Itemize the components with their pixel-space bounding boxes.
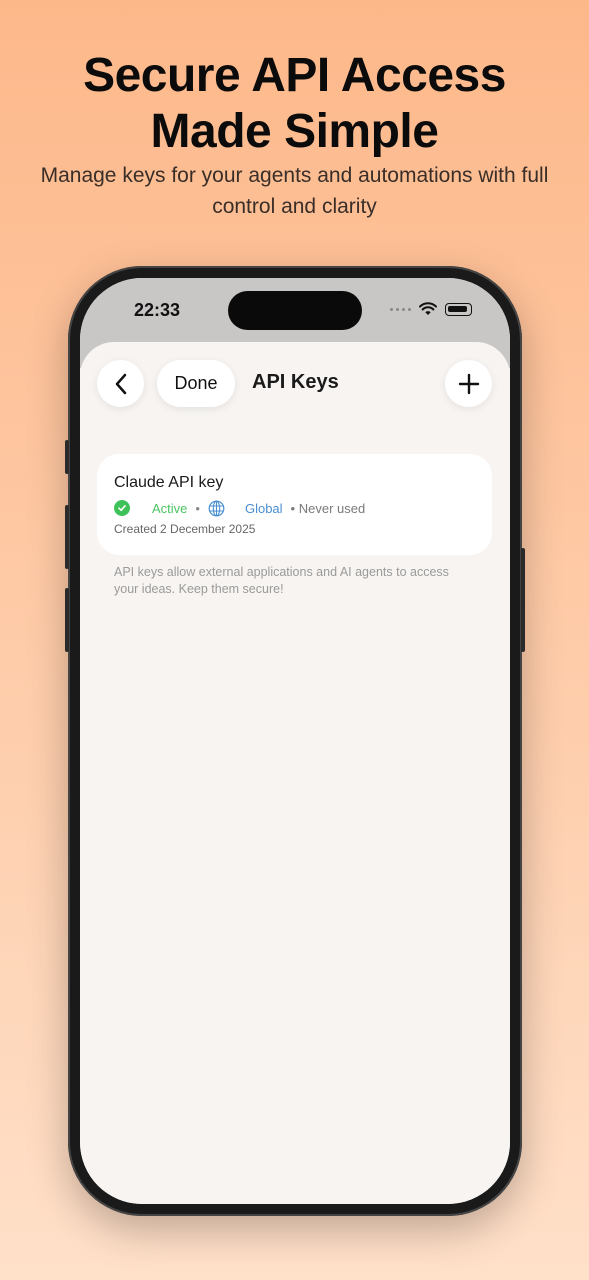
volume-down-button	[65, 588, 69, 652]
page-title: API Keys	[252, 371, 339, 393]
done-button[interactable]: Done	[157, 360, 235, 407]
back-button[interactable]	[97, 360, 144, 407]
status-icons	[390, 302, 472, 316]
api-key-name: Claude API key	[114, 474, 224, 491]
globe-icon	[208, 500, 225, 516]
headline-line-1: Secure API Access	[83, 49, 506, 102]
headline-line-2: Made Simple	[150, 105, 439, 158]
phone-screen: 22:33 Done API Keys Claude API key Activ…	[80, 278, 510, 1204]
promo-headline: Secure API Access Made Simple	[0, 48, 589, 160]
battery-icon	[445, 302, 472, 316]
api-key-card[interactable]: Claude API key Active • Global • Never u…	[97, 454, 492, 555]
power-button	[521, 548, 525, 652]
usage-label: • Never used	[290, 500, 366, 516]
wifi-icon	[419, 302, 437, 315]
status-badge: Active	[152, 500, 188, 516]
plus-icon	[458, 373, 479, 394]
action-button	[65, 440, 69, 474]
api-keys-sheet: Done API Keys Claude API key Active • Gl…	[80, 342, 510, 1204]
volume-up-button	[65, 505, 69, 569]
chevron-left-icon	[115, 373, 126, 394]
scope-label: Global	[244, 500, 283, 516]
cellular-signal-icon	[390, 307, 411, 311]
status-time: 22:33	[134, 300, 181, 320]
promo-subheadline: Manage keys for your agents and automati…	[40, 164, 549, 218]
checkmark-icon	[114, 500, 130, 516]
usage-value: Never used	[298, 500, 366, 516]
helper-text: API keys allow external applications and…	[114, 565, 449, 596]
separator-dot: •	[195, 500, 200, 516]
api-key-meta: Active • Global • Never used	[114, 499, 365, 517]
dynamic-island	[228, 291, 362, 330]
created-date: Created 2 December 2025	[114, 522, 256, 536]
add-key-button[interactable]	[445, 360, 492, 407]
